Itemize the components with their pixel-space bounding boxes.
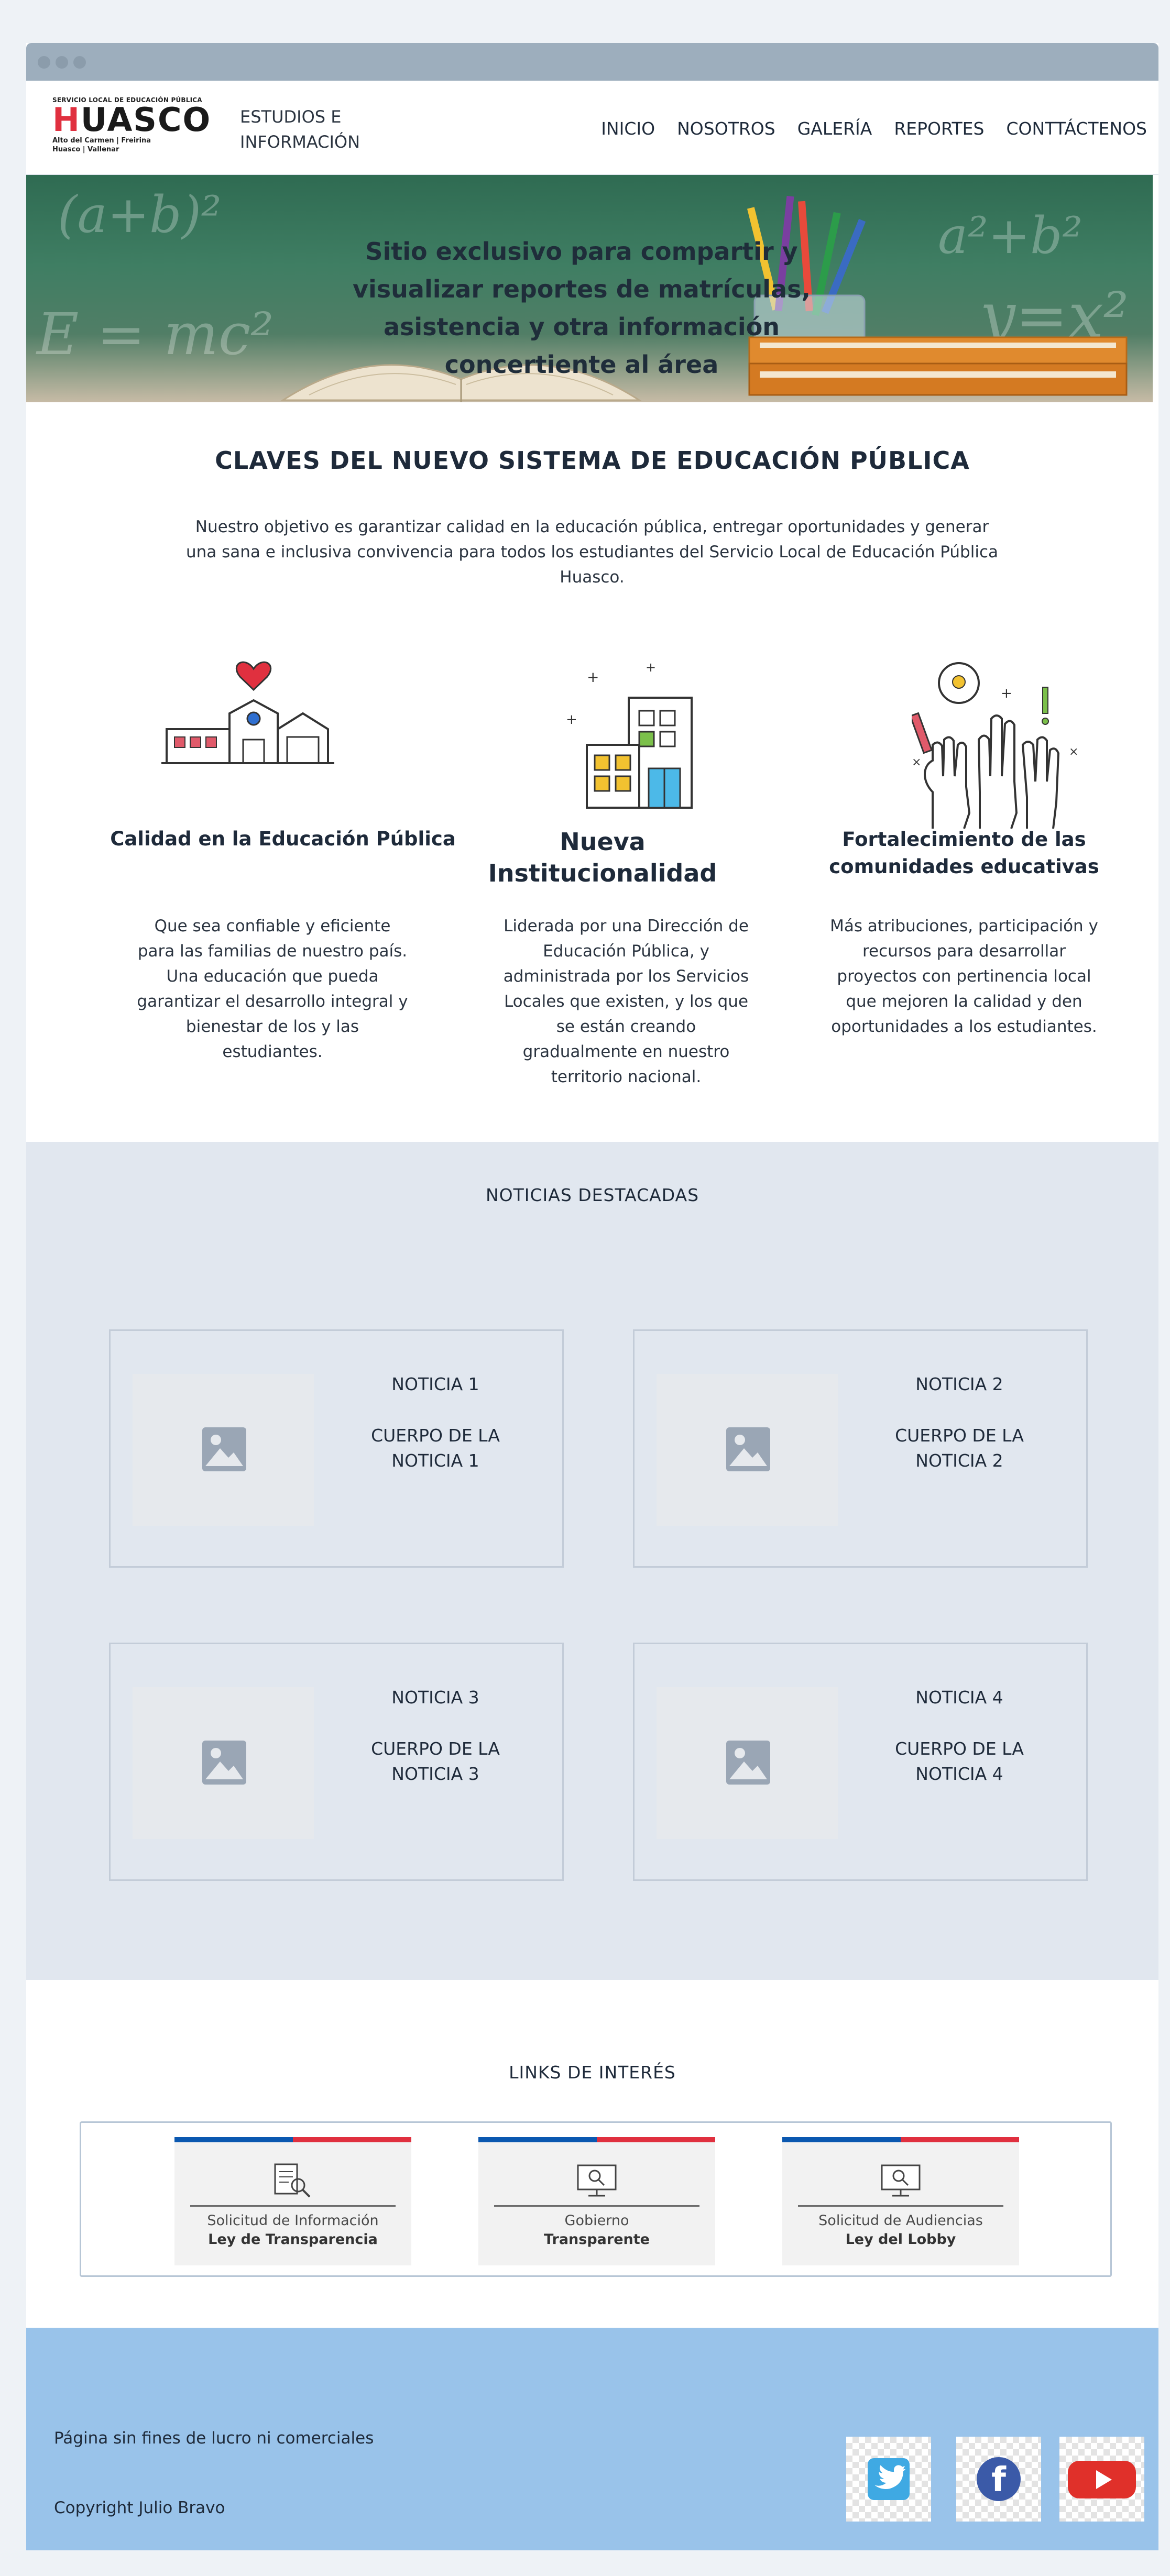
news-card-body: CUERPO DE LA NOTICIA 3: [371, 1738, 500, 1784]
image-placeholder-icon: [726, 1741, 770, 1785]
chalk-formula-decoration: E = mc²: [37, 301, 274, 368]
feature-institucionalidad-body: Liderada por una Dirección de Educación …: [498, 913, 755, 1089]
svg-text:+: +: [587, 668, 599, 686]
document-search-icon: [274, 2163, 311, 2198]
feature-fortalecimiento: Fortalecimiento de las comunidades educa…: [828, 826, 1100, 880]
claves-title: CLAVES DEL NUEVO SISTEMA DE EDUCACIÓN PÚ…: [215, 446, 970, 475]
nav-contactenos[interactable]: CONTTÁCTENOS: [1006, 118, 1147, 139]
links-box: Solicitud de Información Ley de Transpar…: [80, 2121, 1112, 2277]
nav-inicio[interactable]: INICIO: [601, 118, 655, 139]
link-line-1: Solicitud de Información: [207, 2212, 379, 2229]
links-title: LINKS DE INTERÉS: [509, 2062, 676, 2083]
news-card-3[interactable]: NOTICIA 3 CUERPO DE LA NOTICIA 3: [109, 1643, 564, 1881]
feature-calidad-title: Calidad en la Educación Pública: [110, 828, 456, 850]
facebook-link[interactable]: f: [956, 2437, 1041, 2522]
link-ley-transparencia[interactable]: Solicitud de Información Ley de Transpar…: [174, 2137, 411, 2265]
svg-text:f: f: [991, 2461, 1007, 2500]
logo-name-initial: H: [52, 101, 81, 139]
feature-calidad-body: Que sea confiable y eficiente para las f…: [136, 913, 409, 1064]
flag-stripe: [478, 2137, 715, 2142]
news-title: NOTICIAS DESTACADAS: [485, 1185, 699, 1205]
claves-description: Nuestro objetivo es garantizar calidad e…: [185, 518, 998, 587]
link-line-2: Ley del Lobby: [845, 2231, 956, 2248]
svg-text:+: +: [1001, 686, 1012, 701]
school-heart-icon: [161, 661, 334, 764]
image-placeholder-icon: [202, 1741, 246, 1785]
feature-calidad-text: Que sea confiable y eficiente para las f…: [137, 917, 408, 1061]
link-ley-lobby[interactable]: Solicitud de Audiencias Ley del Lobby: [782, 2137, 1019, 2265]
link-line-2: Ley de Transparencia: [208, 2231, 378, 2248]
logo-sub-line-2: Huasco | Vallenar: [52, 146, 119, 153]
hero-text: Sitio exclusivo para compartir y visuali…: [353, 237, 811, 379]
window-close-dot[interactable]: [38, 56, 50, 69]
window-maximize-dot[interactable]: [73, 56, 86, 69]
monitor-search-icon: [577, 2164, 617, 2197]
feature-institucionalidad: Nueva Institucionalidad: [466, 826, 739, 889]
nav-nosotros[interactable]: NOSOTROS: [677, 118, 775, 139]
news-thumbnail: [133, 1374, 314, 1526]
nav-reportes[interactable]: REPORTES: [894, 118, 984, 139]
news-card-body: CUERPO DE LA NOTICIA 1: [371, 1425, 500, 1471]
logo-name: HUASCO: [52, 104, 210, 136]
news-card-title: NOTICIA 1: [391, 1374, 479, 1394]
site-title[interactable]: ESTUDIOS E INFORMACIÓN: [240, 104, 387, 155]
svg-text:+: +: [646, 661, 656, 675]
news-card-title: NOTICIA 2: [915, 1374, 1003, 1394]
news-thumbnail: [657, 1687, 838, 1839]
feature-fortalecimiento-body: Más atribuciones, participación y recurs…: [828, 913, 1100, 1039]
browser-window: SERVICIO LOCAL DE EDUCACIÓN PÚBLICA HUAS…: [26, 43, 1158, 2550]
window-minimize-dot[interactable]: [56, 56, 68, 69]
nav-galeria[interactable]: GALERÍA: [797, 118, 872, 139]
svg-text:+: +: [566, 712, 577, 728]
footer-note: Página sin fines de lucro ni comerciales: [54, 2429, 374, 2448]
news-thumbnail: [657, 1374, 838, 1526]
flag-stripe: [174, 2137, 411, 2142]
image-placeholder-icon: [202, 1427, 246, 1471]
huasco-logo[interactable]: SERVICIO LOCAL DE EDUCACIÓN PÚBLICA HUAS…: [52, 96, 210, 162]
facebook-icon: f: [977, 2457, 1021, 2501]
raised-hands-icon: × × +: [912, 662, 1078, 829]
feature-calidad: Calidad en la Educación Pública: [100, 826, 466, 852]
youtube-icon: [1068, 2461, 1136, 2498]
news-card-body: CUERPO DE LA NOTICIA 4: [895, 1738, 1024, 1784]
feature-fortalecimiento-text: Más atribuciones, participación y recurs…: [830, 917, 1098, 1036]
flag-stripe: [782, 2137, 1019, 2142]
window-titlebar: [26, 43, 1158, 81]
feature-institucionalidad-title: Nueva Institucionalidad: [488, 828, 717, 887]
svg-text:×: ×: [912, 756, 921, 769]
news-card-title: NOTICIA 3: [391, 1687, 479, 1708]
link-divider: [494, 2205, 699, 2207]
twitter-icon: [868, 2458, 910, 2500]
svg-text:×: ×: [1069, 745, 1078, 758]
chalk-formula-decoration: a²+b²: [938, 206, 1083, 265]
link-gobierno-transparente[interactable]: Gobierno Transparente: [478, 2137, 715, 2265]
news-card-title: NOTICIA 4: [915, 1687, 1003, 1708]
main-nav: INICIO NOSOTROS GALERÍA REPORTES CONTTÁC…: [579, 118, 1147, 139]
chalk-formula-decoration: (a+b)²: [58, 185, 222, 244]
logo-name-text: HUASCO: [52, 101, 212, 139]
link-line-1: Gobierno: [564, 2212, 629, 2229]
footer-copyright: Copyright Julio Bravo: [54, 2498, 225, 2517]
monitor-search-icon: [881, 2164, 921, 2197]
news-card-body: CUERPO DE LA NOTICIA 2: [895, 1425, 1024, 1471]
news-card-1[interactable]: NOTICIA 1 CUERPO DE LA NOTICIA 1: [109, 1329, 564, 1568]
building-icon: + + +: [566, 661, 693, 809]
link-line-1: Solicitud de Audiencias: [818, 2212, 983, 2229]
link-divider: [798, 2205, 1003, 2207]
twitter-link[interactable]: [846, 2437, 931, 2522]
site-header: SERVICIO LOCAL DE EDUCACIÓN PÚBLICA HUAS…: [26, 81, 1158, 175]
news-card-4[interactable]: NOTICIA 4 CUERPO DE LA NOTICIA 4: [633, 1643, 1088, 1881]
link-line-2: Transparente: [544, 2231, 650, 2248]
news-card-2[interactable]: NOTICIA 2 CUERPO DE LA NOTICIA 2: [633, 1329, 1088, 1568]
link-divider: [190, 2205, 396, 2207]
feature-institucionalidad-text: Liderada por una Dirección de Educación …: [503, 917, 749, 1086]
image-placeholder-icon: [726, 1427, 770, 1471]
youtube-link[interactable]: [1059, 2437, 1144, 2522]
news-thumbnail: [133, 1687, 314, 1839]
hero-banner: (a+b)² E = mc² a²+b² y=x² Sitio exclusiv…: [26, 175, 1153, 402]
feature-fortalecimiento-title: Fortalecimiento de las comunidades educa…: [829, 828, 1099, 878]
